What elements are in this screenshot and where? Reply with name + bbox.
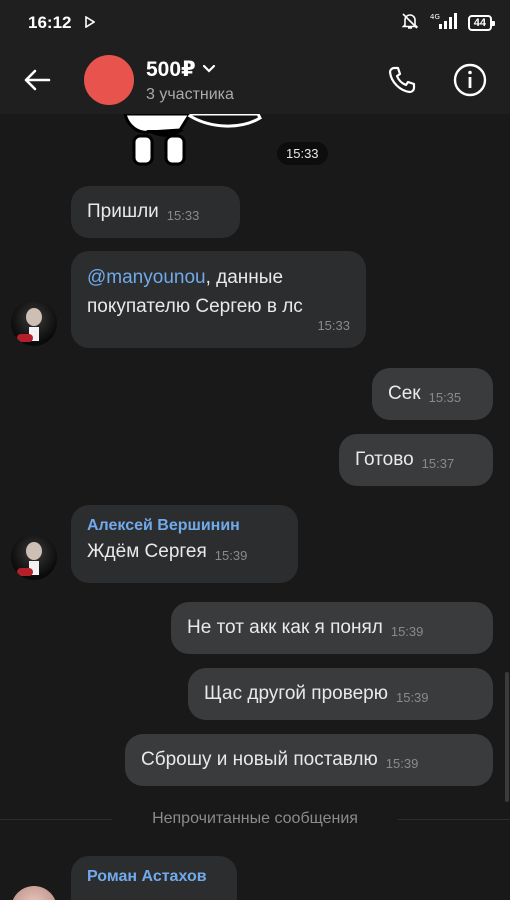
message-bubble[interactable]: Не тот акк как я понял 15:39	[171, 602, 493, 654]
message-text: покупателю Сергею в лс	[87, 296, 303, 317]
status-time: 16:12	[28, 13, 72, 32]
message-time: 15:33	[166, 208, 200, 223]
message-bubble[interactable]: Сек 15:35	[372, 368, 493, 420]
play-icon	[85, 15, 96, 31]
chat-avatar[interactable]	[84, 55, 134, 105]
scrollbar[interactable]	[505, 672, 509, 802]
avatar[interactable]	[11, 300, 57, 346]
sender-name[interactable]: Алексей Вершинин	[87, 515, 282, 537]
avatar[interactable]	[11, 886, 57, 900]
network-type: 4G	[430, 13, 440, 21]
message-bubble[interactable]: Готово 15:37	[339, 434, 493, 486]
message-time: 15:33	[317, 318, 350, 333]
message-bubble[interactable]: Сброшу и новый поставлю 15:39	[125, 734, 493, 786]
message-bubble[interactable]: Пришли 15:33	[71, 186, 240, 238]
message-text: Сброшу и новый поставлю	[141, 749, 378, 770]
message-text: , данные	[205, 267, 284, 288]
message-time: 15:37	[421, 456, 455, 471]
message-time: 15:35	[428, 390, 462, 405]
sticker-timestamp: 15:33	[277, 142, 328, 165]
status-bar: 16:12 4G 44	[0, 0, 510, 46]
call-button[interactable]	[382, 60, 422, 100]
message-time: 15:39	[385, 756, 419, 771]
message-time: 15:39	[214, 548, 248, 563]
info-icon	[453, 63, 487, 97]
signal-icon: 4G	[430, 12, 458, 35]
message-text: Сек	[388, 383, 421, 404]
arrow-left-icon	[24, 69, 51, 91]
message-text: Пришли	[87, 201, 159, 222]
message-text: Готово	[355, 449, 414, 470]
message-bubble[interactable]: @manyounou, данные покупателю Сергею в л…	[71, 251, 366, 348]
battery-indicator: 44	[467, 15, 496, 31]
message-text: Ждём Сергея	[87, 541, 207, 562]
status-indicators: 4G 44	[400, 11, 496, 36]
message-list[interactable]: 15:33 Пришли 15:33 @manyounou, данные пок…	[0, 114, 510, 900]
sender-name[interactable]: Роман Астахов	[87, 866, 221, 888]
message-time: 15:39	[395, 690, 429, 705]
sticker-image[interactable]	[120, 114, 265, 169]
message-text: Не тот акк как я понял	[187, 617, 383, 638]
back-button[interactable]	[0, 46, 74, 114]
chat-title: 500₽	[146, 57, 196, 81]
mute-bell-icon	[400, 11, 420, 36]
chat-members-count: 3 участника	[146, 85, 234, 103]
avatar[interactable]	[11, 534, 57, 580]
message-bubble[interactable]: Алексей Вершинин Ждём Сергея 15:39	[71, 505, 298, 583]
mention-link[interactable]: @manyounou	[87, 267, 206, 288]
unread-messages-divider: Непрочитанные сообщения	[152, 810, 358, 827]
info-button[interactable]	[450, 60, 490, 100]
chevron-down-icon	[202, 64, 215, 73]
message-time: 15:39	[390, 624, 424, 639]
message-text: Щас другой проверю	[204, 683, 388, 704]
message-bubble[interactable]: Роман Астахов	[71, 856, 237, 900]
chat-info[interactable]: 500₽ 3 участника	[146, 57, 234, 104]
chat-header: 500₽ 3 участника	[0, 46, 510, 114]
message-bubble[interactable]: Щас другой проверю 15:39	[188, 668, 493, 720]
phone-icon	[388, 66, 416, 94]
